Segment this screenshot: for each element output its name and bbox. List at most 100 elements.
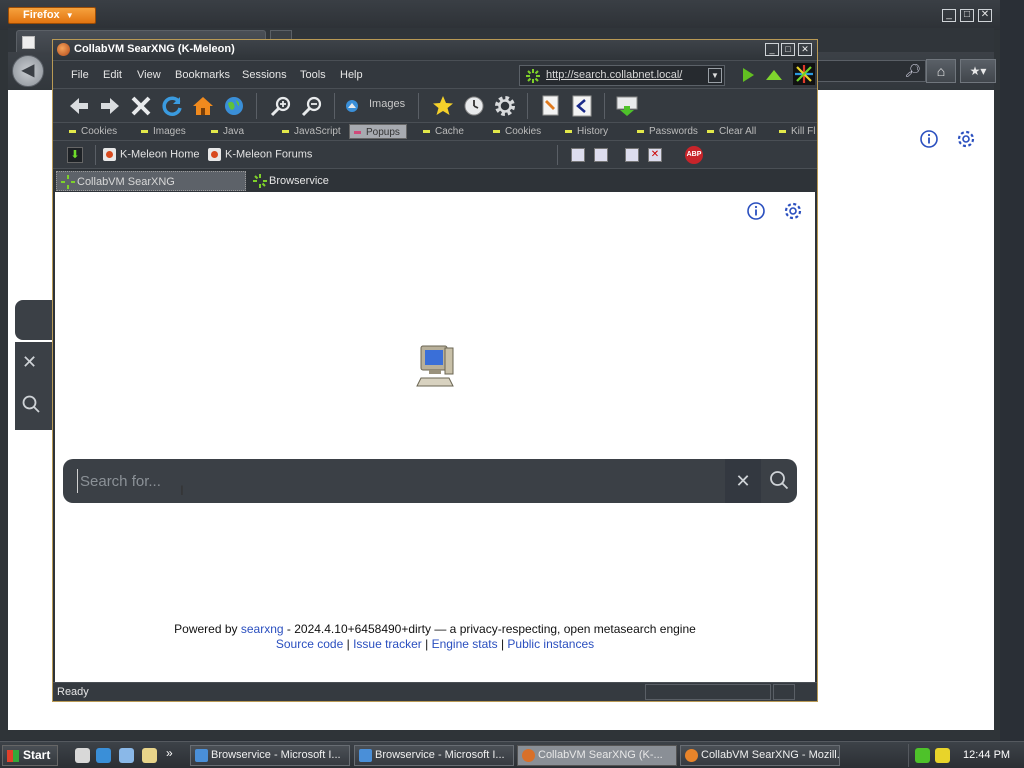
- menu-view[interactable]: View: [137, 69, 161, 81]
- close-button[interactable]: ✕: [798, 43, 812, 56]
- searxng-link[interactable]: searxng: [241, 622, 284, 636]
- loading-spinner-icon: [61, 175, 75, 189]
- globe-icon[interactable]: [222, 94, 246, 118]
- pref-images[interactable]: Images: [141, 126, 186, 137]
- layer-icon[interactable]: [594, 148, 608, 162]
- view-source-icon[interactable]: [570, 94, 594, 118]
- navigation-toolbar: Images: [53, 88, 817, 122]
- search-input[interactable]: [77, 469, 717, 493]
- minimize-button[interactable]: _: [942, 9, 956, 22]
- menu-edit[interactable]: Edit: [103, 69, 122, 81]
- back-arrow-icon[interactable]: [67, 94, 91, 118]
- info-icon[interactable]: [920, 130, 938, 148]
- clock: 12:44 PM: [963, 749, 1011, 761]
- bookmark-kmeleon-home[interactable]: K-Meleon Home: [103, 148, 199, 161]
- go-arrow-icon[interactable]: [743, 68, 754, 82]
- history-clock-icon[interactable]: [462, 94, 486, 118]
- source-code-link[interactable]: Source code: [276, 637, 343, 651]
- ie-icon[interactable]: [96, 748, 111, 763]
- chevron-down-icon[interactable]: ▼: [708, 68, 722, 83]
- menu-sessions[interactable]: Sessions: [242, 69, 287, 81]
- bookmark-separator: [557, 145, 558, 165]
- up-arrow-icon[interactable]: [766, 70, 782, 80]
- kmeleon-favicon-icon: [208, 148, 221, 161]
- stop-icon[interactable]: [129, 94, 153, 118]
- kmeleon-icon: [522, 749, 535, 762]
- menu-file[interactable]: File: [71, 69, 89, 81]
- back-arrow-icon[interactable]: ◀: [12, 55, 44, 87]
- menu-help[interactable]: Help: [340, 69, 363, 81]
- forward-arrow-icon[interactable]: [98, 94, 122, 118]
- media-icon[interactable]: [142, 748, 157, 763]
- bookmark-kmeleon-forums[interactable]: K-Meleon Forums: [208, 148, 312, 161]
- close-icon[interactable]: ✕: [22, 352, 37, 373]
- star-icon[interactable]: [431, 94, 455, 118]
- home-icon[interactable]: [191, 94, 215, 118]
- menu-bookmarks[interactable]: Bookmarks: [175, 69, 230, 81]
- task-browservice-1[interactable]: Browservice - Microsoft I...: [190, 745, 350, 766]
- show-desktop-icon[interactable]: [75, 748, 90, 763]
- menu-tools[interactable]: Tools: [300, 69, 326, 81]
- url-field[interactable]: http://search.collabnet.local/ ▼: [519, 65, 725, 86]
- link-separator: |: [497, 637, 508, 651]
- edit-page-icon[interactable]: [539, 94, 563, 118]
- close-layer-icon[interactable]: ✕: [648, 148, 662, 162]
- toolbar-separator: [418, 93, 419, 119]
- text-cursor-icon: I: [180, 482, 184, 498]
- maximize-button[interactable]: □: [781, 43, 795, 56]
- status-pane: [645, 684, 771, 700]
- firefox-menu-button[interactable]: Firefox ▼: [8, 7, 96, 24]
- pref-popups[interactable]: Popups: [349, 124, 407, 139]
- search-icon[interactable]: [21, 394, 41, 414]
- images-toggle-icon: [346, 100, 358, 112]
- gear-icon[interactable]: [493, 94, 517, 118]
- minimize-button[interactable]: _: [765, 43, 779, 56]
- maximize-button[interactable]: □: [960, 9, 974, 22]
- task-kmeleon[interactable]: CollabVM SearXNG (K-...: [517, 745, 677, 766]
- layer-icon[interactable]: [571, 148, 585, 162]
- pref-passwords[interactable]: Passwords: [637, 126, 698, 137]
- firefox-search-field[interactable]: 🔎︎: [816, 60, 926, 82]
- close-icon[interactable]: ✕: [725, 459, 761, 503]
- zoom-out-icon[interactable]: [300, 94, 324, 118]
- public-instances-link[interactable]: Public instances: [507, 637, 594, 651]
- start-button[interactable]: Start: [2, 745, 58, 766]
- zoom-in-icon[interactable]: [269, 94, 293, 118]
- volume-icon[interactable]: [935, 748, 950, 763]
- download-arrow-icon[interactable]: ⬇: [67, 147, 83, 163]
- info-icon[interactable]: [747, 202, 765, 220]
- pref-java[interactable]: Java: [211, 126, 244, 137]
- adblock-icon[interactable]: ABP: [685, 146, 703, 164]
- pref-javascript[interactable]: JavaScript: [282, 126, 341, 137]
- pref-history[interactable]: History: [565, 126, 608, 137]
- gear-icon[interactable]: [956, 129, 976, 149]
- home-button[interactable]: ⌂: [926, 59, 956, 83]
- task-browservice-2[interactable]: Browservice - Microsoft I...: [354, 745, 514, 766]
- new-layer-icon[interactable]: [625, 148, 639, 162]
- bookmarks-button[interactable]: ★▾: [960, 59, 996, 83]
- issue-tracker-link[interactable]: Issue tracker: [353, 637, 422, 651]
- outlook-icon[interactable]: [119, 748, 134, 763]
- reload-icon[interactable]: [160, 94, 184, 118]
- engine-stats-link[interactable]: Engine stats: [432, 637, 498, 651]
- gear-icon[interactable]: [783, 201, 803, 221]
- quicklaunch-overflow[interactable]: »: [166, 746, 173, 760]
- kmeleon-titlebar: CollabVM SearXNG (K-Meleon) _ □ ✕: [53, 40, 817, 60]
- images-toggle-label[interactable]: Images: [369, 98, 405, 110]
- search-bar: ✕: [63, 459, 797, 503]
- close-button[interactable]: ✕: [978, 9, 992, 22]
- pref-kill-flash[interactable]: Kill Fl: [779, 126, 815, 137]
- task-firefox[interactable]: CollabVM SearXNG - Mozill...: [680, 745, 840, 766]
- pref-clear-all[interactable]: Clear All: [707, 126, 756, 137]
- bookmarks-bar: ⬇ K-Meleon Home K-Meleon Forums ✕ ABP: [53, 140, 817, 168]
- network-icon[interactable]: [915, 748, 930, 763]
- kmeleon-favicon-icon: [103, 148, 116, 161]
- pref-cookies-clear[interactable]: Cookies: [493, 126, 541, 137]
- pref-cache[interactable]: Cache: [423, 126, 464, 137]
- toolbar-separator: [527, 93, 528, 119]
- download-icon[interactable]: [615, 94, 639, 118]
- search-button[interactable]: [761, 459, 797, 503]
- tab-browservice[interactable]: Browservice: [249, 171, 369, 191]
- pref-cookies[interactable]: Cookies: [69, 126, 117, 137]
- tab-collabvm-searxng[interactable]: CollabVM SearXNG: [56, 171, 246, 191]
